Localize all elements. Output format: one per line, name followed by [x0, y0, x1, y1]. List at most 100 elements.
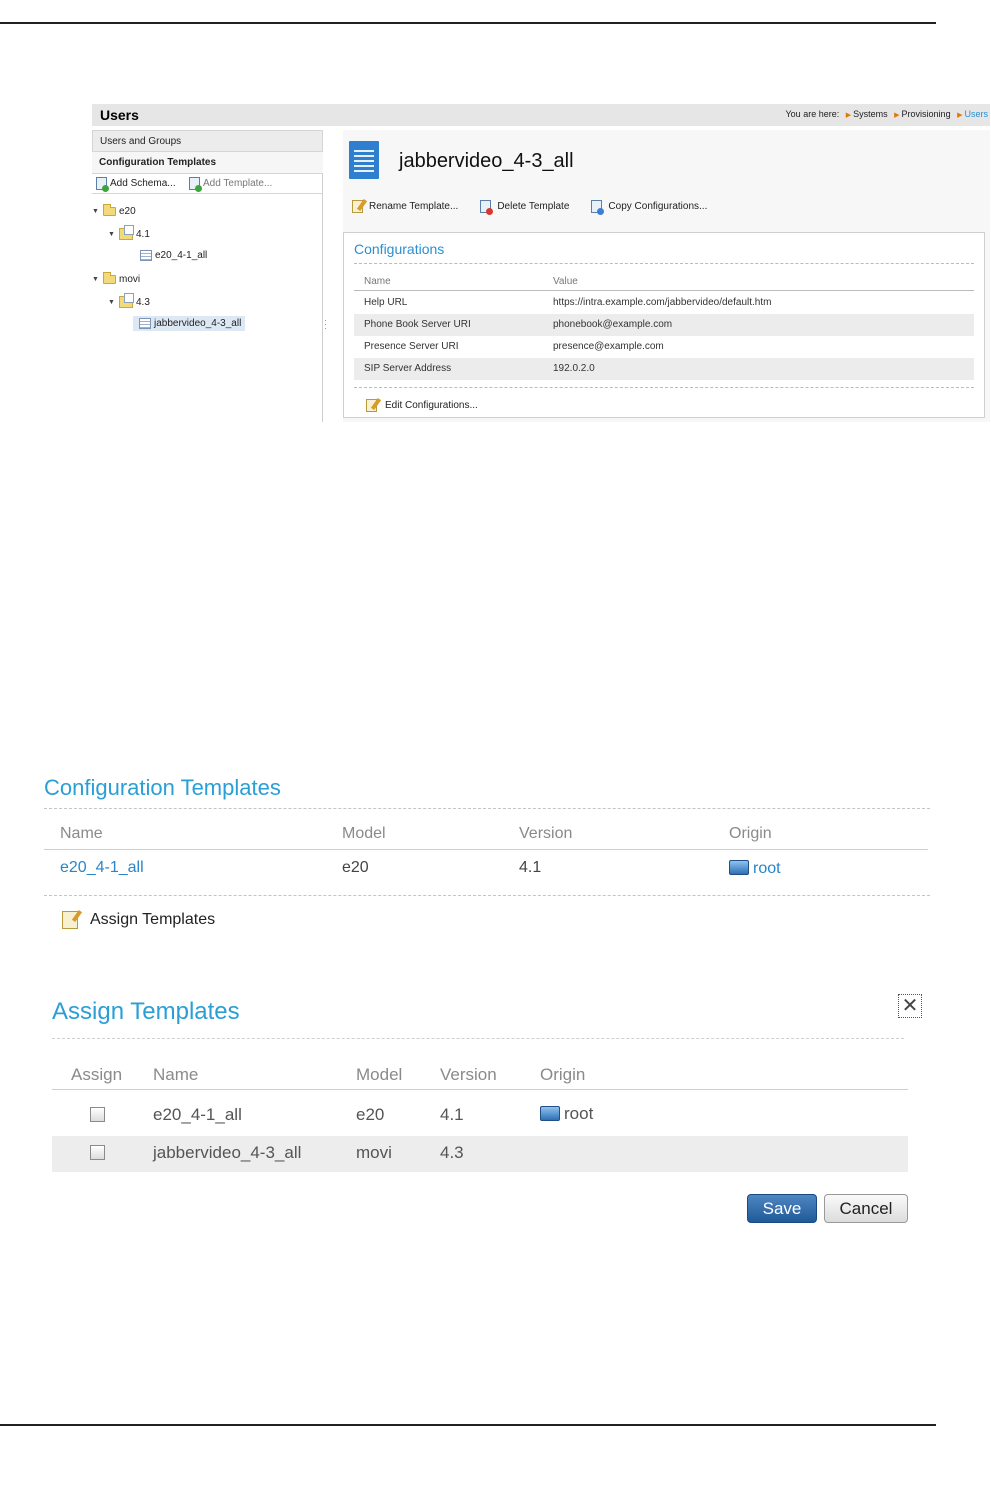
delete-template-button[interactable]: Delete Template	[480, 200, 570, 215]
breadcrumb-users[interactable]: Users	[964, 109, 988, 119]
rename-template-label: Rename Template...	[369, 201, 459, 212]
configurations-panel: Configurations Name Value Help URL https…	[343, 232, 985, 418]
template-name: e20_4-1_all	[153, 1105, 242, 1124]
users-and-groups-tab[interactable]: Users and Groups	[92, 130, 323, 152]
assign-checkbox[interactable]	[90, 1145, 105, 1160]
expand-arrow-icon[interactable]: ▼	[108, 231, 116, 238]
assign-checkbox[interactable]	[90, 1107, 105, 1122]
origin-link[interactable]: root	[753, 860, 781, 877]
tree-node-movi[interactable]: ▼ movi	[92, 272, 141, 285]
divider	[354, 263, 974, 264]
folder-icon	[540, 1106, 560, 1121]
column-assign-header: Assign	[71, 1065, 123, 1084]
template-version: 4.1	[519, 859, 542, 876]
tree-node-label: 4.1	[136, 228, 150, 240]
top-rule	[0, 22, 936, 24]
tree-node-movi-template-selected[interactable]: jabbervideo_4-3_all	[133, 316, 246, 331]
dialog-title: Assign Templates	[52, 998, 240, 1025]
column-model-header: Model	[356, 1065, 403, 1084]
rename-template-button[interactable]: Rename Template...	[352, 200, 458, 213]
expand-arrow-icon[interactable]: ▼	[108, 299, 116, 306]
column-value-header: Value	[553, 276, 578, 287]
tree-node-movi-version[interactable]: ▼ 4.3	[108, 293, 150, 308]
configuration-templates-section: Configuration Templates Name Model Versi…	[42, 770, 930, 940]
edit-pencil-icon	[62, 911, 78, 929]
add-template-button[interactable]: Add Template...	[189, 177, 273, 192]
template-title: jabbervideo_4-3_all	[399, 150, 574, 172]
template-model: e20	[342, 859, 369, 876]
template-model: movi	[356, 1143, 392, 1162]
configuration-row: Help URL https://intra.example.com/jabbe…	[354, 292, 974, 314]
edit-configurations-label: Edit Configurations...	[385, 400, 478, 411]
breadcrumb-provisioning[interactable]: Provisioning	[902, 109, 951, 119]
template-name-link[interactable]: e20_4-1_all	[60, 859, 144, 877]
configuration-name: Help URL	[364, 297, 408, 308]
add-template-label: Add Template...	[203, 178, 273, 189]
expand-arrow-icon[interactable]: ▼	[92, 276, 100, 283]
template-origin[interactable]: root	[540, 1104, 593, 1124]
breadcrumb-arrow-icon: ▶	[894, 112, 900, 119]
template-version: 4.1	[440, 1105, 464, 1124]
copy-configurations-label: Copy Configurations...	[608, 201, 708, 212]
bottom-rule	[0, 1424, 936, 1426]
folder-icon	[103, 272, 116, 284]
version-folder-icon	[119, 225, 134, 240]
close-icon[interactable]: ✕	[898, 994, 922, 1018]
template-icon	[140, 250, 152, 261]
template-name: jabbervideo_4-3_all	[153, 1143, 302, 1162]
table-row: jabbervideo_4-3_all movi 4.3	[52, 1136, 908, 1172]
expand-arrow-icon[interactable]: ▼	[92, 208, 100, 215]
assign-templates-label: Assign Templates	[90, 911, 216, 928]
delete-template-label: Delete Template	[497, 201, 570, 212]
configuration-value: presence@example.com	[553, 341, 664, 352]
table-header: Name Model Version Origin	[44, 822, 928, 850]
folder-icon	[103, 204, 116, 216]
add-schema-label: Add Schema...	[110, 178, 176, 189]
edit-pencil-icon	[366, 399, 377, 412]
configuration-name: Phone Book Server URI	[364, 319, 471, 330]
divider	[354, 387, 974, 388]
edit-configurations-button[interactable]: Edit Configurations...	[366, 399, 478, 412]
tree-node-e20-template[interactable]: e20_4-1_all	[140, 250, 207, 261]
table-row: e20_4-1_all e20 4.1 root	[52, 1098, 908, 1134]
column-name-header: Name	[364, 276, 391, 287]
tree-node-e20[interactable]: ▼ e20	[92, 204, 136, 217]
folder-icon	[729, 860, 749, 875]
column-name-header: Name	[153, 1065, 199, 1084]
configuration-row: SIP Server Address 192.0.2.0	[354, 358, 974, 380]
configurations-header: Name Value	[354, 271, 974, 291]
template-origin[interactable]: root	[729, 860, 781, 878]
page-header: Users You are here: ▶ Systems ▶ Provisioni…	[92, 104, 990, 126]
column-origin-header: Origin	[540, 1065, 586, 1084]
tree-node-e20-version[interactable]: ▼ 4.1	[108, 225, 150, 240]
configuration-name: Presence Server URI	[364, 341, 459, 352]
origin-label: root	[564, 1104, 594, 1123]
column-version-header: Version	[519, 825, 573, 842]
tree-node-label: e20_4-1_all	[155, 250, 208, 261]
copy-configurations-button[interactable]: Copy Configurations...	[591, 200, 708, 215]
breadcrumb-prefix: You are here:	[785, 109, 840, 119]
tree-node-label: jabbervideo_4-3_all	[154, 318, 242, 329]
add-schema-button[interactable]: Add Schema...	[96, 177, 176, 192]
left-panel: Users and Groups Configuration Templates…	[92, 130, 323, 422]
breadcrumb-systems[interactable]: Systems	[853, 109, 888, 119]
configuration-value: 192.0.2.0	[553, 363, 595, 374]
configuration-value: phonebook@example.com	[553, 319, 673, 330]
version-folder-icon	[119, 293, 134, 308]
page-title: Users	[100, 107, 139, 123]
configuration-templates-tab[interactable]: Configuration Templates	[92, 152, 323, 174]
table-row: e20_4-1_all e20 4.1 root	[44, 856, 928, 886]
save-button[interactable]: Save	[747, 1194, 817, 1223]
assign-templates-button[interactable]: Assign Templates	[62, 911, 215, 929]
configuration-name: SIP Server Address	[364, 363, 452, 374]
document-icon	[349, 141, 379, 179]
tree-node-label: movi	[119, 274, 141, 285]
cancel-button[interactable]: Cancel	[824, 1194, 908, 1223]
section-title: Configuration Templates	[44, 775, 281, 800]
delete-page-icon	[480, 200, 494, 215]
tree-node-label: e20	[119, 206, 136, 217]
template-icon	[139, 318, 151, 329]
left-toolbar: Add Schema... Add Template...	[92, 174, 323, 194]
column-model-header: Model	[342, 825, 386, 842]
panel-splitter[interactable]: · · ·	[324, 316, 327, 333]
